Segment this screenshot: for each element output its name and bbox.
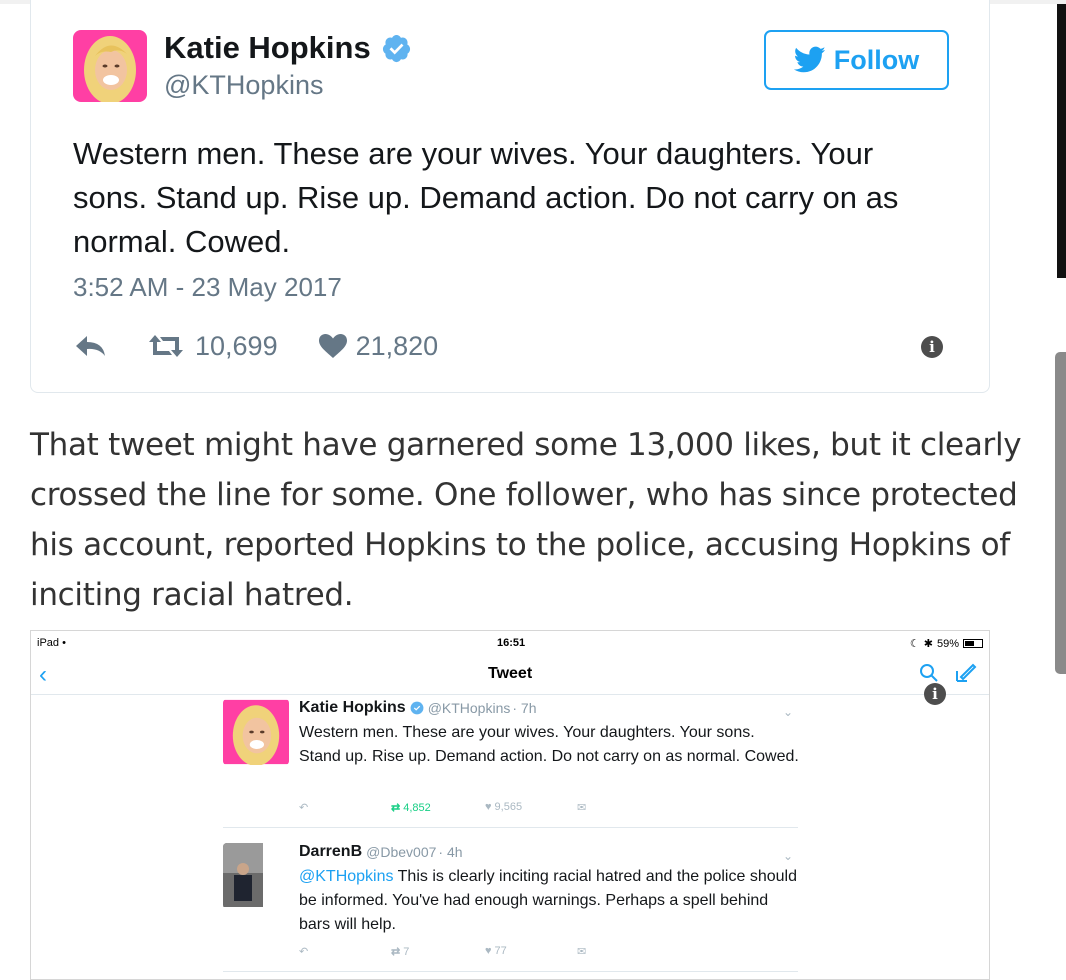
tweet-header: DarrenB @Dbev007 · 4h [299, 843, 463, 861]
like-count: 9,565 [494, 801, 523, 813]
battery-fill [965, 641, 975, 646]
author-name[interactable]: DarrenB [299, 843, 362, 861]
ipad-nav-bar: ‹ Tweet [31, 655, 989, 695]
ipad-status-bar: iPad • 16:51 ☾ ✱ 59% [31, 631, 989, 653]
heart-icon: ♥ [485, 801, 492, 813]
retweet-icon [149, 335, 183, 357]
reply-icon[interactable]: ↶ [299, 945, 308, 958]
author-handle[interactable]: @Dbev007 [366, 844, 436, 860]
author-handle[interactable]: @KTHopkins [164, 70, 323, 101]
like-button[interactable]: 21,820 [318, 330, 439, 362]
chevron-down-icon[interactable]: ⌄ [783, 705, 793, 719]
tweet-text: Western men. These are your wives. Your … [73, 136, 899, 259]
search-icon[interactable] [919, 663, 939, 683]
tweet-divider [223, 827, 798, 828]
tweet-actions: 10,699 21,820 [73, 328, 953, 364]
back-chevron-icon[interactable]: ‹ [39, 661, 47, 689]
tweet-timestamp[interactable]: 3:52 AM - 23 May 2017 [73, 272, 342, 303]
battery-icon [963, 639, 983, 648]
status-time: 16:51 [497, 637, 526, 649]
retweet-count: 10,699 [195, 330, 278, 361]
dm-icon[interactable]: ✉ [577, 801, 586, 814]
tweet-actions: ↶ ⇄ 7 ♥ 77 ✉ [299, 945, 599, 959]
retweet-button[interactable]: ⇄ 7 [391, 945, 410, 959]
wifi-icon: • [62, 637, 66, 649]
avatar[interactable] [223, 699, 289, 765]
author-name[interactable]: Katie Hopkins [164, 30, 412, 66]
avatar[interactable] [223, 843, 289, 909]
reply-button[interactable] [73, 334, 107, 358]
nav-title: Tweet [488, 665, 533, 682]
embedded-tweet-card: Katie Hopkins @KTHopkins Follow Western … [30, 0, 990, 393]
verified-badge-icon [382, 34, 410, 62]
ipad-tweet-1[interactable]: Katie Hopkins @KTHopkins · 7h ⌄ Western … [223, 699, 799, 819]
scrollbar-dark[interactable] [1057, 4, 1066, 278]
heart-icon [318, 334, 347, 358]
tweet-actions: ↶ ⇄ 4,852 ♥ 9,565 ✉ [299, 801, 599, 815]
info-icon[interactable]: i [921, 336, 943, 358]
tweet-header: Katie Hopkins @KTHopkins · 7h [299, 699, 537, 717]
tweet-text: @KTHopkins This is clearly inciting raci… [299, 865, 799, 937]
follow-label[interactable]: Follow [834, 45, 919, 76]
author-name-text[interactable]: Katie Hopkins [164, 30, 371, 66]
tweet-age: · 4h [438, 844, 463, 860]
reply-icon[interactable]: ↶ [299, 801, 308, 814]
tweet-age: · 7h [512, 700, 537, 716]
info-overlay-icon[interactable]: i [924, 683, 946, 705]
follow-button[interactable]: Follow [764, 30, 949, 90]
bluetooth-icon: ✱ [923, 638, 933, 650]
compose-icon[interactable] [953, 661, 977, 685]
retweet-icon: ⇄ [391, 802, 401, 814]
ipad-screenshot: iPad • 16:51 ☾ ✱ 59% ‹ Tweet i Katie Hop… [30, 630, 990, 980]
retweet-icon: ⇄ [391, 946, 401, 958]
retweet-count: 7 [403, 945, 410, 958]
ipad-tweet-2[interactable]: DarrenB @Dbev007 · 4h ⌄ @KTHopkins This … [223, 843, 798, 971]
retweet-count: 4,852 [403, 801, 431, 814]
like-count: 77 [494, 945, 507, 957]
author-name[interactable]: Katie Hopkins [299, 699, 406, 717]
like-button[interactable]: ♥ 9,565 [485, 801, 522, 813]
tweet-divider [223, 971, 798, 972]
moon-icon: ☾ [909, 638, 920, 650]
reply-icon [76, 336, 105, 356]
twitter-bird-icon [793, 46, 826, 73]
device-label: iPad • [37, 637, 66, 649]
heart-icon: ♥ [485, 945, 492, 957]
scrollbar-thumb[interactable] [1055, 352, 1066, 674]
like-count: 21,820 [355, 330, 439, 361]
like-button[interactable]: ♥ 77 [485, 945, 507, 957]
author-handle[interactable]: @KTHopkins [428, 700, 511, 716]
battery-percent: 59% [936, 637, 959, 650]
dm-icon[interactable]: ✉ [577, 945, 586, 958]
article-paragraph: That tweet might have garnered some 13,0… [30, 427, 1022, 613]
verified-badge-icon [410, 701, 424, 715]
chevron-down-icon[interactable]: ⌄ [783, 849, 793, 863]
mention-link[interactable]: @KTHopkins [299, 868, 394, 885]
status-right: ☾ ✱ 59% [910, 637, 983, 650]
tweet-text: Western men. These are your wives. Your … [299, 724, 799, 765]
device-name: iPad [37, 637, 60, 649]
retweet-button[interactable]: 10,699 [147, 331, 278, 362]
retweet-button[interactable]: ⇄ 4,852 [391, 801, 431, 815]
avatar[interactable] [73, 30, 147, 102]
